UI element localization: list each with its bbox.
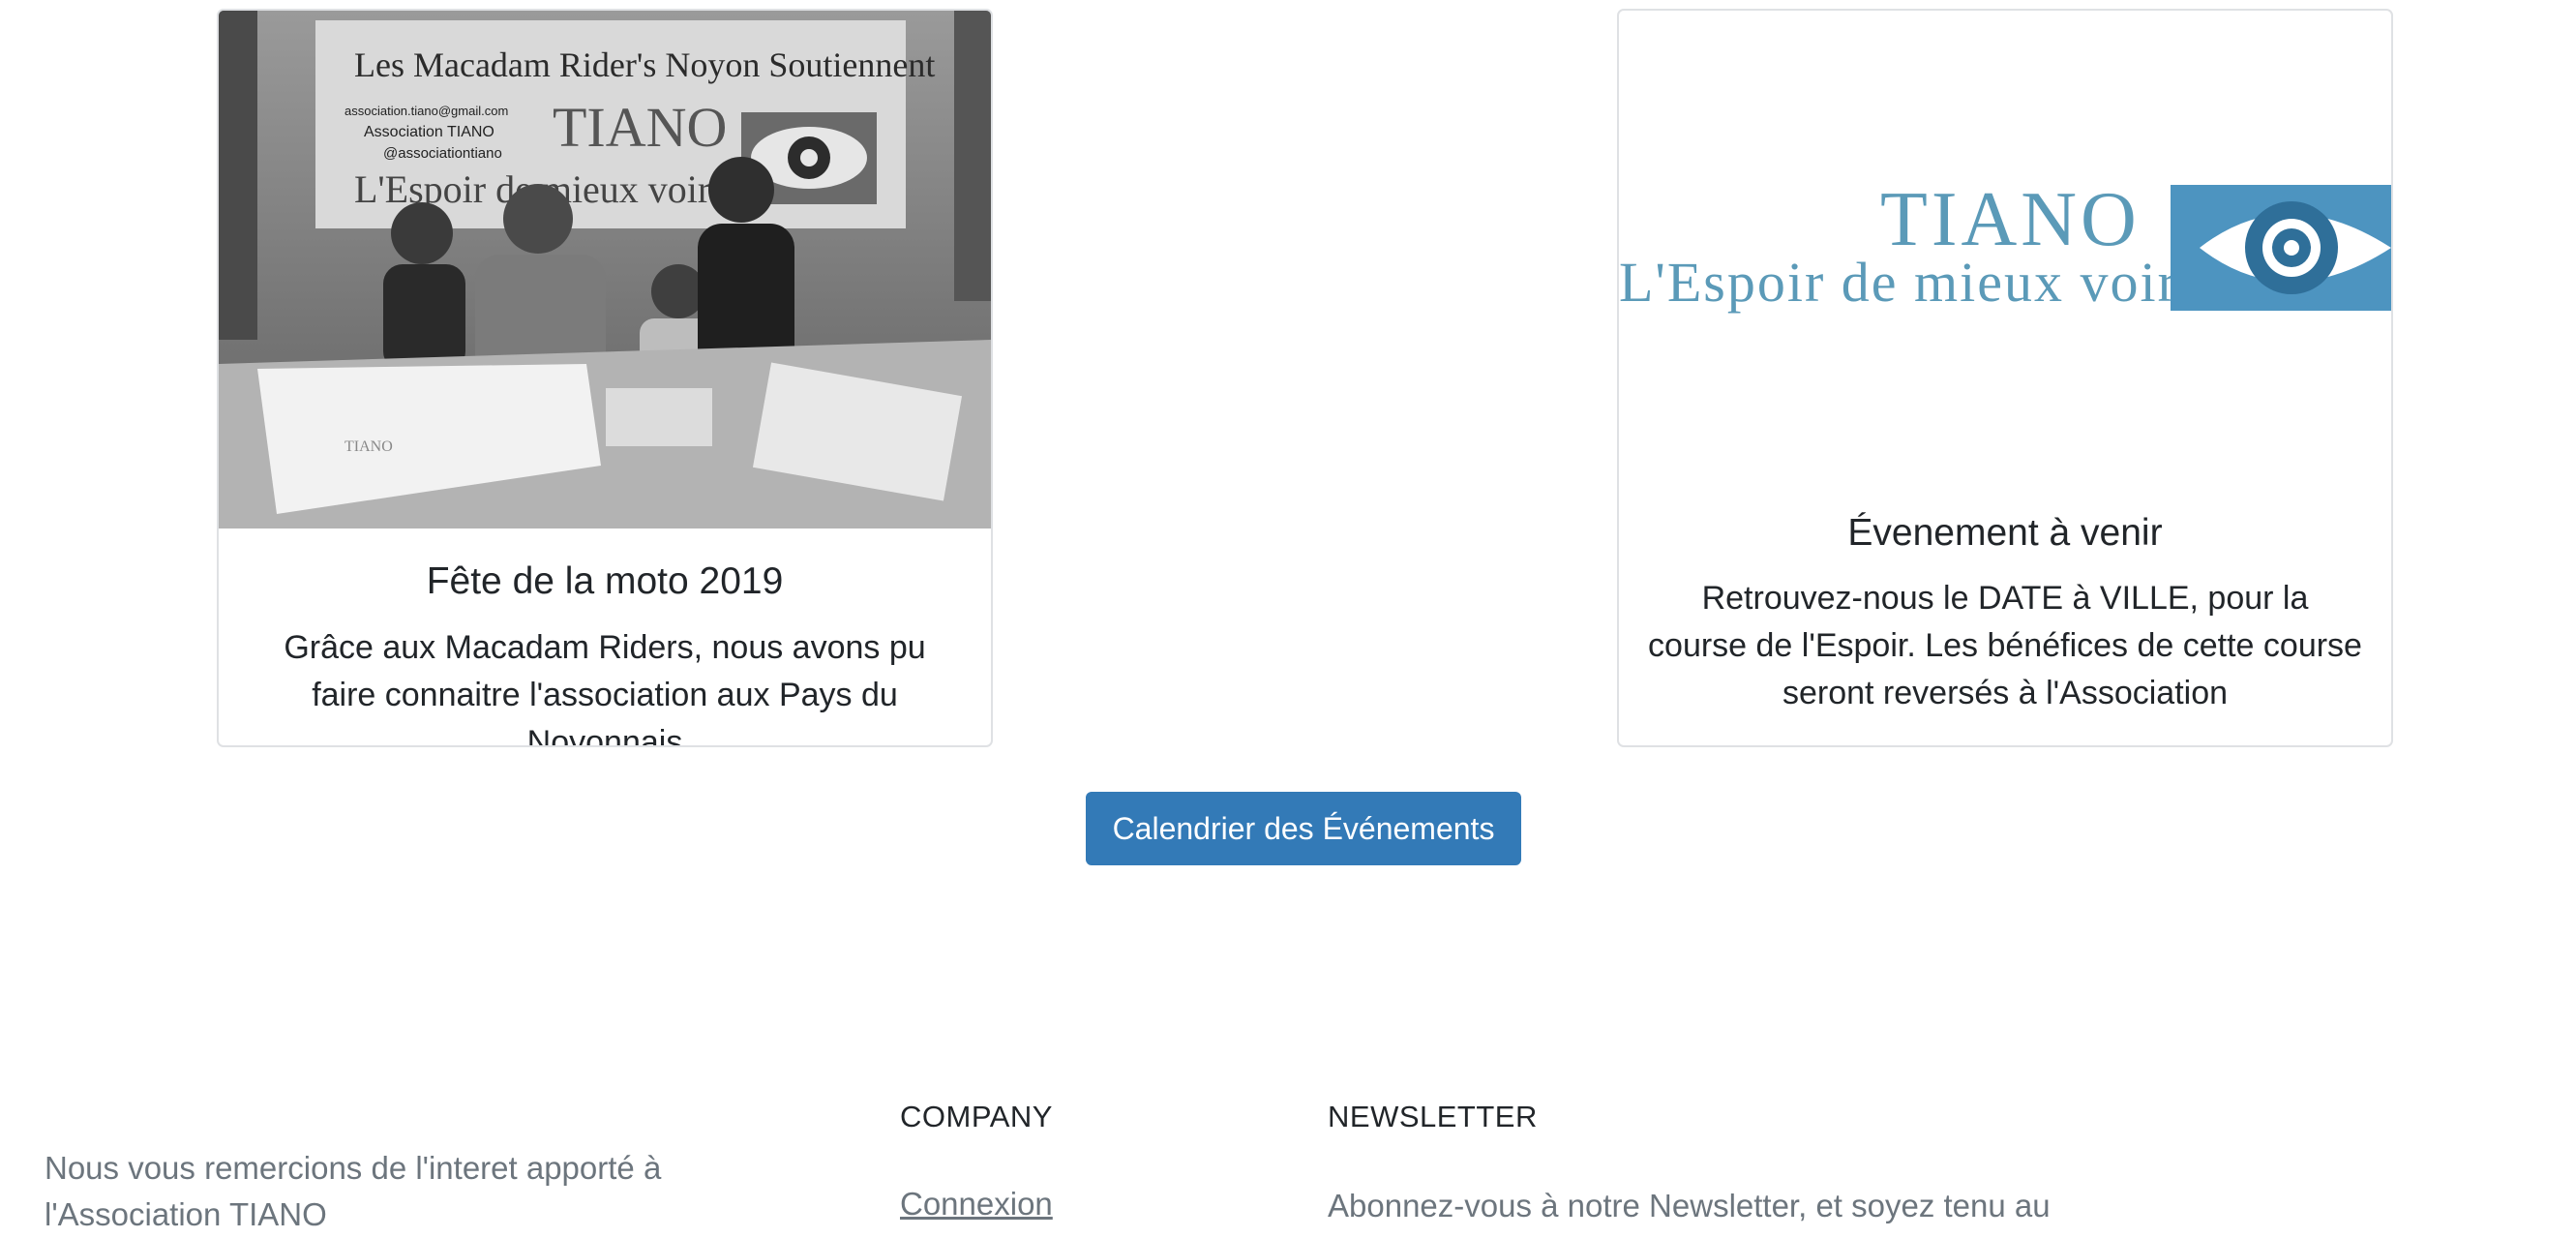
banner-instagram: @associationtiano [383,145,502,162]
events-calendar-button[interactable]: Calendrier des Événements [1086,792,1521,865]
svg-text:TIANO: TIANO [344,438,393,455]
logo-slogan: L'Espoir de mieux voir [1619,251,2178,314]
event-title: Évenement à venir [1847,512,2163,554]
banner-title: Les Macadam Rider's Noyon Soutiennent [354,45,935,84]
banner-facebook: Association TIANO [364,124,494,140]
footer-thanks: Nous vous remercions de l'interet apport… [45,1150,662,1232]
banner-brand: TIANO [553,96,727,159]
event-photo: Les Macadam Rider's Noyon Soutiennent as… [219,11,991,528]
tiano-logo: TIANO L'Espoir de mieux voir [1619,11,2391,466]
login-link[interactable]: Connexion [900,1186,1053,1223]
eye-icon [2171,185,2391,311]
event-card-past: Les Macadam Rider's Noyon Soutiennent as… [217,9,993,747]
event-card-upcoming: TIANO L'Espoir de mieux voir Évenement à… [1617,9,2393,747]
banner-email: association.tiano@gmail.com [344,104,508,118]
footer-company-heading: COMPANY [900,1100,1053,1133]
event-title: Fête de la moto 2019 [426,560,784,602]
newsletter-description: Abonnez-vous à notre Newsletter, et soye… [1328,1188,2051,1223]
event-description: Retrouvez-nous le DATE à VILLE, pour la … [1648,580,2362,711]
logo-name: TIANO [1880,177,2141,262]
footer-newsletter-heading: NEWSLETTER [1328,1100,1538,1133]
event-description: Grâce aux Macadam Riders, nous avons pu … [284,629,926,747]
